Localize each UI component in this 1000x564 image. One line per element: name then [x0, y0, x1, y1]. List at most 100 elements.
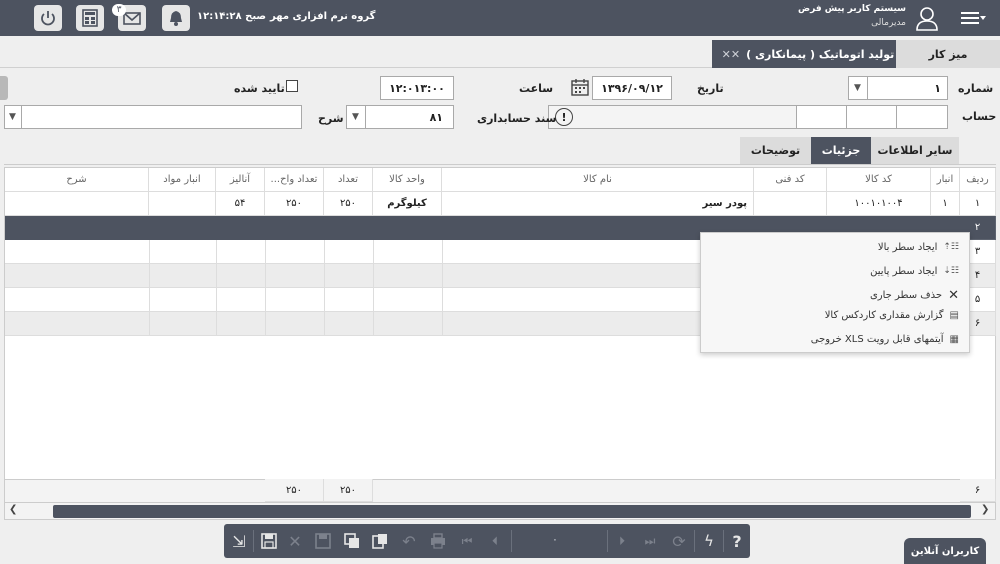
col-unit[interactable]: واحد کالا	[373, 168, 442, 192]
mail-count-badge: ۳	[112, 4, 126, 16]
import-icon: ⇲	[232, 531, 246, 551]
save-button[interactable]	[257, 529, 281, 553]
top-bar: سیستم کاربر پیش فرض مدیرمالی گروه نرم اف…	[0, 0, 1000, 36]
undo-button[interactable]: ↶	[397, 529, 421, 553]
paste-button[interactable]	[368, 529, 392, 553]
tab-auto-production[interactable]: ✕✕ تولید اتوماتیک ( پیمانکاری )	[712, 40, 896, 68]
scroll-right-arrow[interactable]: ❯	[981, 504, 989, 515]
col-analysis[interactable]: آنالیز	[216, 168, 265, 192]
account-field-3[interactable]	[796, 105, 847, 129]
cell-description[interactable]	[5, 192, 149, 216]
desc-text-dropdown-icon[interactable]: ▼	[4, 105, 22, 129]
desc-dropdown-icon[interactable]: ▼	[346, 105, 366, 129]
scroll-thumb[interactable]	[53, 505, 971, 518]
delete-icon: ✕	[948, 287, 959, 303]
calculator-button[interactable]	[76, 5, 104, 31]
quick-action-button[interactable]: ϟ	[697, 529, 721, 553]
next-record-button[interactable]: ⏵	[610, 529, 634, 553]
subtab-notes[interactable]: توضیحات	[740, 137, 811, 164]
date-value: ۱۳۹۶/۰۹/۱۲	[601, 81, 663, 95]
subtab-details-label: جزئیات	[821, 144, 861, 157]
menu-icon[interactable]	[960, 9, 988, 27]
voucher-label: سند حسابداری	[477, 112, 557, 125]
col-description[interactable]: شرح	[5, 168, 149, 192]
copy-button[interactable]	[340, 529, 364, 553]
info-icon[interactable]: !	[555, 108, 573, 126]
prev-record-button[interactable]: ⏴	[483, 529, 507, 553]
next-icon: ⏵	[618, 533, 625, 548]
print-button[interactable]	[426, 529, 450, 553]
cell-analysis[interactable]: ۵۴	[216, 192, 265, 216]
number-label: شماره	[958, 82, 994, 95]
grid-footer	[5, 479, 996, 502]
excel-icon: ▦	[949, 333, 959, 345]
date-field[interactable]: ۱۳۹۶/۰۹/۱۲	[592, 76, 672, 100]
subtab-other-info-label: سایر اطلاعات	[877, 144, 953, 157]
online-users-label: کاربران آنلاین	[910, 545, 980, 557]
calendar-icon[interactable]	[570, 77, 590, 97]
power-button[interactable]	[34, 5, 62, 31]
col-qty-unit[interactable]: ...تعداد واح	[265, 168, 324, 192]
col-warehouse[interactable]: انبار	[931, 168, 960, 192]
side-handle[interactable]	[0, 76, 8, 100]
import-button[interactable]: ⇲	[227, 529, 251, 553]
tab-close-icon[interactable]: ✕✕	[722, 48, 740, 61]
subtab-other-info[interactable]: سایر اطلاعات	[871, 137, 959, 164]
approved-checkbox[interactable]	[286, 80, 298, 92]
menu-insert-row-above[interactable]: ایجاد سطر بالا ⇡☷	[878, 237, 959, 257]
bottom-toolbar: ⇲ ✕ ↶ ⏮ ⏴ ۰ ⏵ ⏭ ⟳ ϟ ?	[224, 524, 750, 558]
last-icon: ⏭	[644, 533, 656, 548]
first-record-button[interactable]: ⏮	[455, 529, 479, 553]
last-record-button[interactable]: ⏭	[638, 529, 662, 553]
cell-qty-unit[interactable]: ۲۵۰	[265, 192, 324, 216]
paste-icon	[372, 534, 387, 549]
menu-insert-row-above-label: ایجاد سطر بالا	[877, 241, 938, 253]
cell-row[interactable]: ۱	[960, 192, 996, 216]
subtab-details[interactable]: جزئیات	[811, 137, 871, 164]
approved-label: تایید شده	[234, 82, 285, 95]
col-item-name[interactable]: نام کالا	[442, 168, 754, 192]
col-row[interactable]: ردیف	[960, 168, 996, 192]
menu-export-xls[interactable]: خروجی XLS آیتمهای قابل رویت ▦	[811, 329, 959, 349]
save-as-button[interactable]	[311, 529, 335, 553]
col-tech-code[interactable]: کد فنی	[754, 168, 827, 192]
cell-material-warehouse[interactable]	[149, 192, 216, 216]
account-label: حساب	[962, 110, 997, 123]
col-qty[interactable]: تعداد	[324, 168, 373, 192]
menu-delete-row[interactable]: حذف سطر جاری ✕	[870, 285, 959, 305]
separator	[253, 530, 254, 552]
subtab-notes-label: توضیحات	[750, 144, 801, 157]
notification-bell-button[interactable]	[162, 5, 190, 31]
cell-item-name[interactable]: پودر سیر	[442, 192, 754, 216]
horizontal-scrollbar[interactable]: ❮ ❯	[4, 502, 996, 520]
number-dropdown-icon[interactable]: ▼	[848, 76, 868, 100]
prev-icon: ⏴	[491, 533, 498, 548]
cell-item-code[interactable]: ۱۰۰۱۰۱۰۰۴	[827, 192, 931, 216]
cell-qty[interactable]: ۲۵۰	[324, 192, 373, 216]
bell-icon	[170, 11, 182, 26]
account-field-1[interactable]	[896, 105, 948, 129]
time-field[interactable]: ۱۲:۰۱۳:۰۰	[380, 76, 454, 100]
user-role: مدیرمالی	[871, 18, 906, 28]
menu-cardex-report[interactable]: گزارش مقداری کاردکس کالا ▤	[825, 305, 959, 325]
footer-qty-unit: ۲۵۰	[265, 479, 324, 502]
user-avatar-icon[interactable]	[914, 5, 940, 31]
cell-unit[interactable]: کیلوگرم	[373, 192, 442, 216]
col-material-warehouse[interactable]: انبار مواد	[149, 168, 216, 192]
cancel-button[interactable]: ✕	[283, 529, 307, 553]
voucher-field[interactable]	[548, 105, 797, 129]
cell-warehouse[interactable]: ۱	[931, 192, 960, 216]
scroll-left-arrow[interactable]: ❮	[9, 504, 17, 515]
account-field-2[interactable]	[846, 105, 897, 129]
desc-text-field[interactable]	[4, 105, 302, 129]
online-users-button[interactable]: کاربران آنلاین	[904, 538, 986, 564]
insert-below-icon: ⇣☷	[943, 266, 959, 276]
refresh-button[interactable]: ⟳	[667, 529, 691, 553]
separator	[723, 530, 724, 552]
cell-tech-code[interactable]	[754, 192, 827, 216]
help-button[interactable]: ?	[725, 529, 749, 553]
tab-desk[interactable]: میز کار	[896, 40, 1000, 68]
help-icon: ?	[732, 531, 742, 551]
col-item-code[interactable]: کد کالا	[827, 168, 931, 192]
menu-insert-row-below[interactable]: ایجاد سطر پایین ⇣☷	[870, 261, 959, 281]
